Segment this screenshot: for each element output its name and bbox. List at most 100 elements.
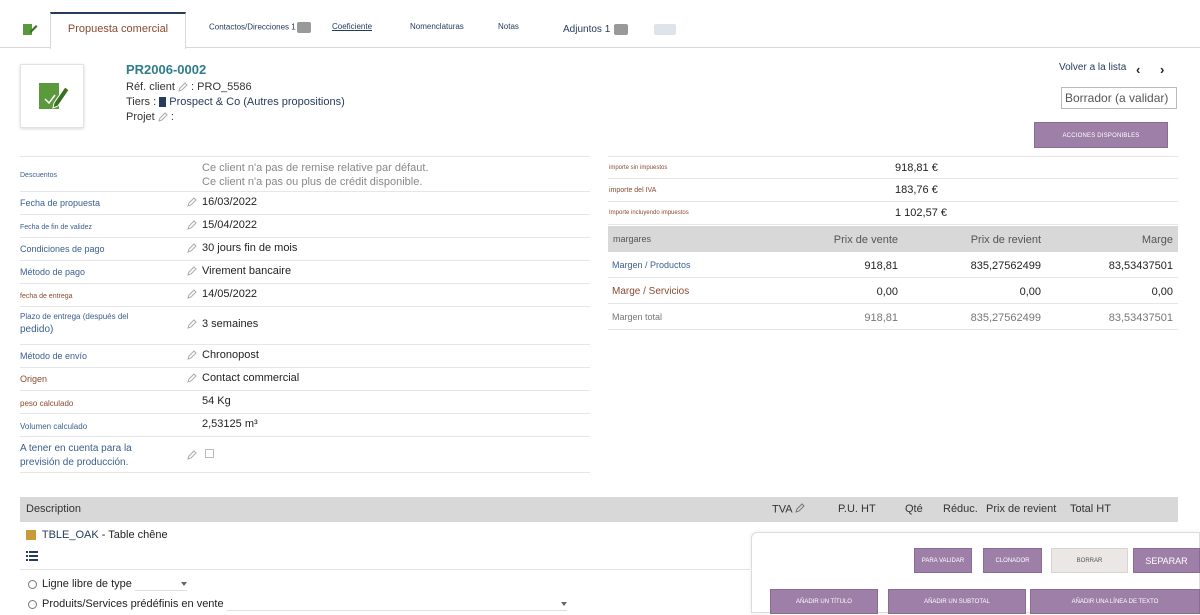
edit-pencil-icon[interactable] bbox=[187, 243, 197, 253]
field-label: Descuentos bbox=[20, 172, 57, 179]
margins-row: Margen total 918,81 835,27562499 83,5343… bbox=[608, 304, 1178, 330]
field-label: Volumen calculado bbox=[20, 422, 88, 431]
discount-note: Ce client n'a pas de remise relative par… bbox=[202, 162, 429, 174]
chevron-down-icon bbox=[560, 602, 567, 607]
margins-col-header: margares bbox=[613, 234, 652, 244]
production-checkbox[interactable] bbox=[205, 449, 214, 458]
field-value: Contact commercial bbox=[202, 372, 300, 384]
margins-row-label: Marge / Servicios bbox=[612, 286, 690, 297]
margins-row: Margen / Productos 918,81 835,27562499 8… bbox=[608, 252, 1178, 278]
product-description: - Table chêne bbox=[101, 529, 168, 541]
total-value: 1 102,57 € bbox=[895, 207, 947, 219]
tab-more[interactable] bbox=[653, 24, 676, 35]
proposal-fields: Descuentos Ce client n'a pas de remise r… bbox=[20, 156, 590, 473]
tab-label: Nomenclaturas bbox=[410, 22, 464, 31]
projet-label: Projet bbox=[126, 111, 155, 123]
col-revient: Prix de revient bbox=[986, 503, 1057, 515]
line-type-select[interactable] bbox=[134, 578, 187, 591]
margins-header: margares Prix de vente Prix de revient M… bbox=[608, 226, 1178, 252]
margins-row-label: Margen total bbox=[612, 312, 663, 322]
total-label: importe sin impuestos bbox=[609, 165, 668, 171]
ref-client-value: : PRO_5586 bbox=[191, 81, 252, 93]
validate-button[interactable]: PARA VALIDAR bbox=[914, 548, 972, 573]
field-value: 16/03/2022 bbox=[202, 196, 258, 208]
field-row: fecha de entrega 14/05/2022 bbox=[20, 284, 590, 307]
status-badge: Borrador (a validar) bbox=[1061, 87, 1177, 109]
edit-pencil-icon[interactable] bbox=[187, 350, 197, 360]
margins-cell: 835,27562499 bbox=[970, 312, 1041, 324]
field-value: 14/05/2022 bbox=[202, 288, 258, 300]
margins-cell: 83,53437501 bbox=[1108, 260, 1173, 272]
tab-nomenclaturas[interactable]: Nomenclaturas bbox=[410, 22, 464, 31]
lines-header: Description TVA P.U. HT Qté Réduc. Prix … bbox=[20, 497, 1178, 522]
field-label: Origen bbox=[20, 374, 48, 384]
proposal-icon[interactable] bbox=[22, 22, 38, 36]
add-predefined-option[interactable]: Produits/Services prédéfinis en vente bbox=[28, 598, 567, 611]
add-free-label: Ligne libre de type bbox=[42, 578, 132, 590]
margins-cell: 0,00 bbox=[876, 286, 898, 298]
line-item: TBLE_OAK - Table chêne bbox=[26, 529, 168, 541]
margins-col-header: Marge bbox=[1141, 234, 1173, 246]
field-label: Fecha de propuesta bbox=[20, 198, 101, 208]
tab-coeficiente[interactable]: Coeficiente bbox=[332, 22, 372, 31]
available-actions-button[interactable]: ACCIONES DISPONIBLES bbox=[1034, 122, 1168, 148]
field-value: 30 jours fin de mois bbox=[202, 242, 298, 254]
count-badge bbox=[296, 22, 311, 33]
edit-pencil-icon[interactable] bbox=[187, 289, 197, 299]
add-free-line-option[interactable]: Ligne libre de type bbox=[28, 578, 187, 591]
tab-notas[interactable]: Notas bbox=[498, 22, 519, 31]
previous-arrow-icon[interactable]: ‹ bbox=[1136, 62, 1140, 77]
edit-pencil-icon[interactable] bbox=[187, 220, 197, 230]
divider bbox=[20, 569, 750, 570]
ref-client-label: Réf. client bbox=[126, 81, 175, 93]
margins-table: margares Prix de vente Prix de revient M… bbox=[608, 226, 1178, 330]
next-arrow-icon[interactable]: › bbox=[1160, 62, 1164, 77]
edit-pencil-icon[interactable] bbox=[795, 503, 805, 516]
separate-button[interactable]: SEPARAR bbox=[1133, 548, 1200, 573]
field-label: A tener en cuenta para la bbox=[20, 443, 132, 454]
field-value: Chronopost bbox=[202, 349, 259, 361]
edit-pencil-icon[interactable] bbox=[187, 197, 197, 207]
add-text-line-button[interactable]: AÑADIR UNA LÍNEA DE TEXTO bbox=[1030, 589, 1200, 614]
margins-cell: 835,27562499 bbox=[970, 260, 1041, 272]
field-value: 15/04/2022 bbox=[202, 219, 258, 231]
projet-value: : bbox=[170, 111, 174, 123]
col-tva-label: TVA bbox=[772, 503, 792, 516]
edit-pencil-icon[interactable] bbox=[187, 373, 197, 383]
col-description: Description bbox=[26, 503, 82, 515]
edit-pencil-icon[interactable] bbox=[178, 82, 188, 92]
clone-button[interactable]: CLONADOR bbox=[983, 548, 1042, 573]
field-value: 54 Kg bbox=[202, 395, 231, 407]
tiers-link[interactable]: Prospect & Co (Autres propositions) bbox=[169, 96, 344, 108]
field-value: 2,53125 m³ bbox=[202, 418, 258, 430]
product-select[interactable] bbox=[226, 598, 567, 611]
tiers-line: Tiers : Prospect & Co (Autres propositio… bbox=[126, 96, 345, 108]
delete-button[interactable]: BORRAR bbox=[1051, 548, 1128, 573]
radio-free-line[interactable] bbox=[28, 579, 37, 589]
back-to-list-link[interactable]: Volver a la lista bbox=[1059, 62, 1126, 73]
margins-row: Marge / Servicios 0,00 0,00 0,00 bbox=[608, 278, 1178, 304]
ref-client-line: Réf. client : PRO_5586 bbox=[126, 81, 252, 93]
add-subtotal-button[interactable]: AÑADIR UN SUBTOTAL bbox=[888, 589, 1026, 614]
edit-pencil-icon[interactable] bbox=[158, 112, 168, 122]
margins-col-header: Prix de revient bbox=[970, 234, 1041, 246]
field-row: A tener en cuenta para la previsión de p… bbox=[20, 437, 590, 473]
total-value: 183,76 € bbox=[895, 184, 938, 196]
field-row: Volumen calculado 2,53125 m³ bbox=[20, 414, 590, 437]
field-row: Descuentos Ce client n'a pas de remise r… bbox=[20, 156, 590, 192]
tab-propuesta-comercial[interactable]: Propuesta comercial bbox=[50, 12, 186, 49]
edit-pencil-icon[interactable] bbox=[187, 266, 197, 276]
col-total: Total HT bbox=[1070, 503, 1111, 515]
radio-predefined[interactable] bbox=[28, 599, 37, 609]
more-icon bbox=[654, 24, 676, 35]
add-title-button[interactable]: AÑADIR UN TÍTULO bbox=[770, 589, 878, 614]
tab-label: Propuesta comercial bbox=[67, 23, 169, 35]
product-ref-link[interactable]: TBLE_OAK bbox=[42, 529, 99, 541]
tab-adjuntos[interactable]: Adjuntos 1 bbox=[563, 24, 629, 36]
edit-pencil-icon[interactable] bbox=[187, 450, 197, 460]
tab-contactos[interactable]: Contactos/Direcciones 1 bbox=[209, 22, 311, 33]
edit-pencil-icon[interactable] bbox=[187, 319, 197, 329]
tab-label: Adjuntos bbox=[563, 24, 602, 36]
field-row: Plazo de entrega (después del pedido) 3 … bbox=[20, 307, 590, 345]
list-icon[interactable] bbox=[26, 551, 38, 561]
